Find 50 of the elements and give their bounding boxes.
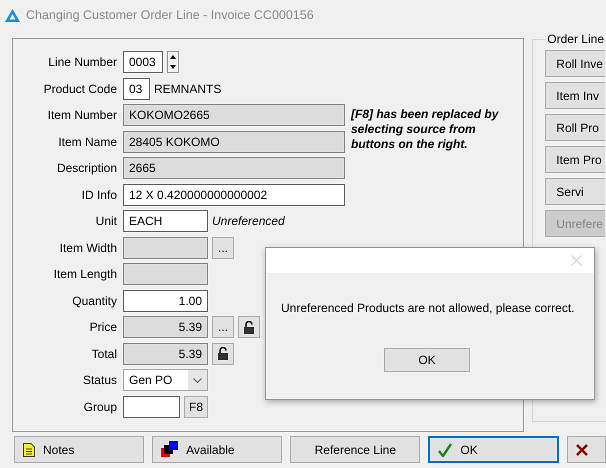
padlock-icon — [217, 347, 229, 360]
field-label: Item Length — [52, 267, 117, 282]
order-line-button[interactable]: Item Inv — [545, 82, 606, 109]
field-label: Line Number — [47, 55, 117, 70]
field-label: Item Name — [57, 134, 117, 149]
hint-text: [F8] has been replaced by selecting source from buttons on the right. — [351, 106, 500, 153]
lock-button[interactable] — [238, 316, 260, 338]
checkmark-icon — [438, 442, 452, 456]
field-label: Unit — [94, 214, 117, 228]
footer-button[interactable]: Available — [152, 436, 282, 463]
footer-button[interactable]: Reference Line — [290, 436, 420, 463]
cancel-button[interactable] — [566, 436, 606, 463]
padlock-icon — [243, 320, 255, 334]
footer-button[interactable]: OK — [428, 436, 559, 463]
input-field[interactable]: EACH — [123, 210, 208, 232]
input-field[interactable]: 12 X 0.420000000000002 — [123, 184, 345, 206]
order-line-button[interactable]: Roll Pro — [545, 114, 606, 141]
footer-button[interactable]: Notes — [14, 436, 144, 463]
input-field[interactable]: 0003 — [123, 51, 163, 74]
input-field[interactable] — [123, 396, 180, 418]
product-code-name: REMNANTS — [154, 82, 222, 96]
order-line-button[interactable]: Roll Inve — [545, 50, 606, 77]
spinner-arrows-icon[interactable] — [167, 51, 179, 74]
dialog-message: Unreferenced Products are not allowed, please correct. — [281, 301, 576, 315]
cross-icon — [576, 444, 588, 456]
group-title: Order Line — [546, 32, 605, 46]
chevron-down-icon — [193, 378, 202, 383]
dialog-ok-button[interactable]: OK — [384, 348, 470, 372]
field-label: Status — [82, 373, 117, 388]
field-label: Quantity — [71, 294, 117, 308]
field-label: Price — [88, 320, 117, 334]
note-page-icon — [23, 442, 35, 456]
status-dropdown[interactable]: Gen PO — [123, 369, 208, 392]
app-logo-icon — [5, 8, 20, 22]
field-label: Description — [56, 161, 117, 176]
field-label: Group — [82, 400, 117, 414]
field-label: Product Code — [42, 82, 117, 96]
field-label: Item Width — [58, 240, 117, 255]
field-label: Total — [90, 346, 117, 361]
order-line-button[interactable]: Item Pro — [545, 146, 606, 173]
field-label: Item Number — [46, 108, 117, 122]
input-field[interactable]: 1.00 — [123, 290, 208, 312]
field-button[interactable]: F8 — [184, 396, 208, 418]
field-label: ID Info — [80, 188, 117, 202]
input-field[interactable]: 03 — [123, 78, 150, 100]
unit-note: Unreferenced — [212, 214, 285, 228]
window-title: Changing Customer Order Line - Invoice CC000156 — [26, 8, 314, 22]
order-line-button[interactable]: Servi — [545, 178, 606, 205]
lock-button[interactable] — [212, 342, 234, 365]
overlapping-squares-icon — [161, 441, 178, 458]
